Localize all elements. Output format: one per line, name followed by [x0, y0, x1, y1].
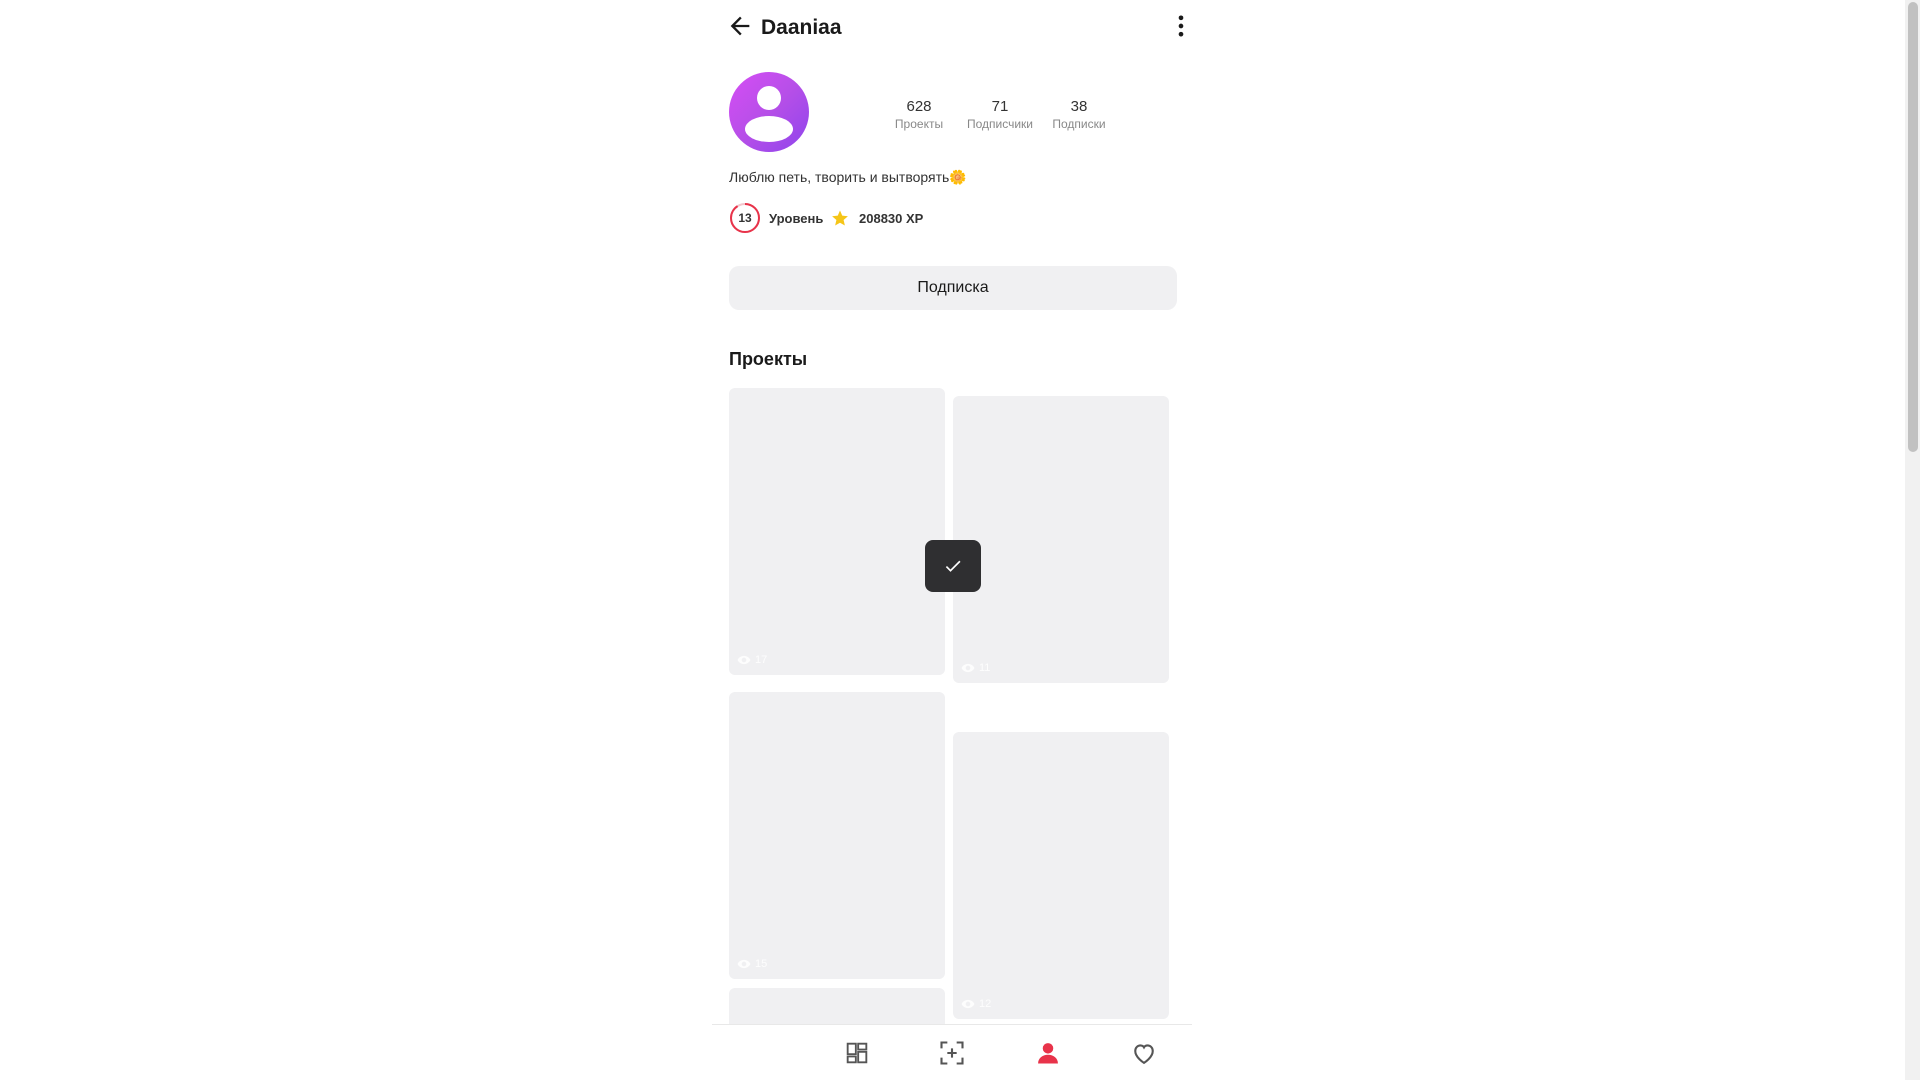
back-button[interactable] — [726, 12, 754, 40]
views-count: 11 — [979, 662, 991, 674]
heart-icon — [1134, 1044, 1154, 1065]
views-counter: 12 — [961, 997, 991, 1011]
eye-icon — [961, 663, 975, 673]
add-frame-icon — [940, 1041, 964, 1065]
avatar[interactable] — [729, 72, 809, 152]
grid-icon — [846, 1042, 868, 1064]
nav-favorites[interactable] — [1130, 1039, 1158, 1067]
stat-projects-value: 628 — [906, 98, 932, 115]
eye-icon — [961, 999, 975, 1009]
arrow-left-icon — [730, 16, 750, 36]
views-count: 17 — [755, 654, 768, 666]
stat-following-value: 38 — [1070, 98, 1088, 115]
stat-followers-value: 71 — [991, 98, 1009, 115]
stat-projects[interactable]: 628 Проекты — [889, 98, 949, 131]
star-icon — [832, 210, 848, 226]
stat-projects-label: Проекты — [894, 117, 944, 131]
project-tile[interactable]: 12 — [953, 732, 1169, 1019]
nav-create[interactable] — [938, 1039, 966, 1067]
checkmark-icon — [945, 560, 961, 572]
top-bar: Daaniaa — [712, 0, 1192, 55]
projects-heading: Проекты — [729, 349, 808, 369]
user-avatar-icon — [745, 86, 793, 142]
more-options-button[interactable] — [1167, 12, 1192, 40]
bottom-navigation — [712, 1024, 1192, 1080]
views-counter: 11 — [961, 661, 990, 675]
project-tile[interactable]: 11 — [953, 396, 1169, 683]
views-counter: 15 — [737, 957, 767, 971]
subscribe-button[interactable]: Подписка — [729, 266, 1177, 310]
views-count: 15 — [755, 958, 768, 970]
nav-feed[interactable] — [843, 1039, 871, 1067]
xp-value: 208830 XP — [859, 211, 924, 226]
success-toast — [925, 540, 981, 592]
nav-profile[interactable] — [1034, 1039, 1062, 1067]
stat-followers[interactable]: 71 Подписчики — [957, 98, 1043, 131]
stat-following[interactable]: 38 Подписки — [1046, 98, 1112, 131]
profile-username: Daaniaa — [761, 16, 842, 39]
views-count: 12 — [979, 998, 992, 1010]
eye-icon — [737, 959, 751, 969]
scrollbar-thumb[interactable] — [1908, 2, 1918, 452]
profile-screen: Daaniaa 628 Проекты 71 Подписчики 38 Под… — [712, 0, 1192, 1080]
stat-followers-label: Подписчики — [966, 117, 1033, 131]
stat-following-label: Подписки — [1052, 117, 1106, 131]
level-label: Уровень — [769, 211, 824, 226]
page-scrollbar[interactable] — [1905, 0, 1920, 1080]
profile-bio: Люблю петь, творить и вытворять🌼 — [729, 169, 967, 185]
eye-icon — [737, 655, 751, 665]
project-tile[interactable]: 15 — [729, 692, 945, 979]
project-tile[interactable]: 17 — [729, 388, 945, 675]
profile-icon — [1038, 1043, 1058, 1064]
more-vertical-icon — [1178, 15, 1184, 37]
level-value: 13 — [738, 211, 752, 225]
views-counter: 17 — [737, 653, 767, 667]
